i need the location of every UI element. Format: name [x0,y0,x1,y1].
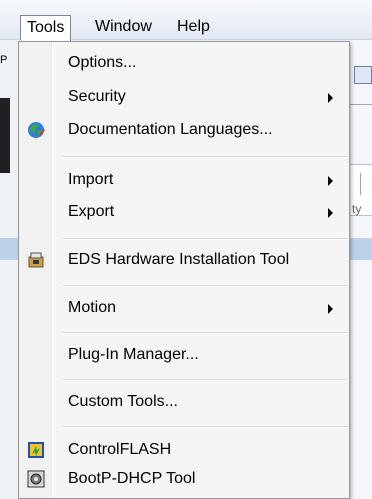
menu-item-options[interactable]: Options... [21,48,347,78]
menu-item-label: BootP-DHCP Tool [68,470,196,487]
menu-separator [63,285,347,287]
menu-item-export[interactable]: Export [21,197,347,227]
menu-item-label: ControlFLASH [68,441,172,458]
menu-item-plugin-manager[interactable]: Plug-In Manager... [21,340,347,370]
menu-item-label: Custom Tools... [68,393,178,410]
menu-item-bootp-dhcp-tool[interactable]: BootP-DHCP Tool [21,464,347,494]
menu-item-eds-hardware-installation-tool[interactable]: EDS Hardware Installation Tool [21,245,347,275]
background-divider [350,104,372,105]
menu-item-label: Import [68,171,114,188]
background-text-fragment-right: ty [352,202,362,216]
menu-item-label: Documentation Languages... [68,121,273,138]
menu-item-label: Motion [68,299,117,316]
background-field-tick [360,173,361,195]
background-dark-block [0,98,10,173]
toolbar-icon-fragment [354,66,372,84]
submenu-arrow-icon [328,93,333,103]
menu-separator [63,379,347,381]
tools-dropdown-menu: Options... Security Documentation Langua… [18,41,350,499]
submenu-arrow-icon [328,208,333,218]
menu-item-motion[interactable]: Motion [21,293,347,323]
menu-item-import[interactable]: Import [21,165,347,195]
menu-item-security[interactable]: Security [21,82,347,112]
background-selection-strip-right [350,238,372,260]
menu-separator [63,238,347,240]
menu-tools[interactable]: Tools [20,15,72,41]
menu-item-controlflash[interactable]: ControlFLASH [21,435,347,465]
application-window: Tools Window Help P ty Options... Securi… [0,0,372,499]
menu-help[interactable]: Help [171,15,216,41]
menu-item-label: EDS Hardware Installation Tool [68,251,290,268]
menu-item-label: Plug-In Manager... [68,346,199,363]
submenu-arrow-icon [328,176,333,186]
menu-separator [63,426,347,428]
background-right-panel: ty [350,40,372,499]
background-text-fragment: P [0,54,8,66]
installer-icon [26,250,46,270]
controlflash-icon [26,440,46,460]
menu-item-label: Security [68,88,126,105]
menu-item-label: Export [68,203,115,220]
menu-item-custom-tools[interactable]: Custom Tools... [21,387,347,417]
menu-item-documentation-languages[interactable]: Documentation Languages... [21,115,347,145]
network-tool-icon [26,469,46,489]
menu-bar: Tools Window Help [0,0,372,41]
globe-icon [26,120,46,140]
menu-window[interactable]: Window [89,15,158,41]
menu-separator [63,156,347,158]
menu-item-label: Options... [68,54,137,71]
menu-separator [63,332,347,334]
submenu-arrow-icon [328,304,333,314]
